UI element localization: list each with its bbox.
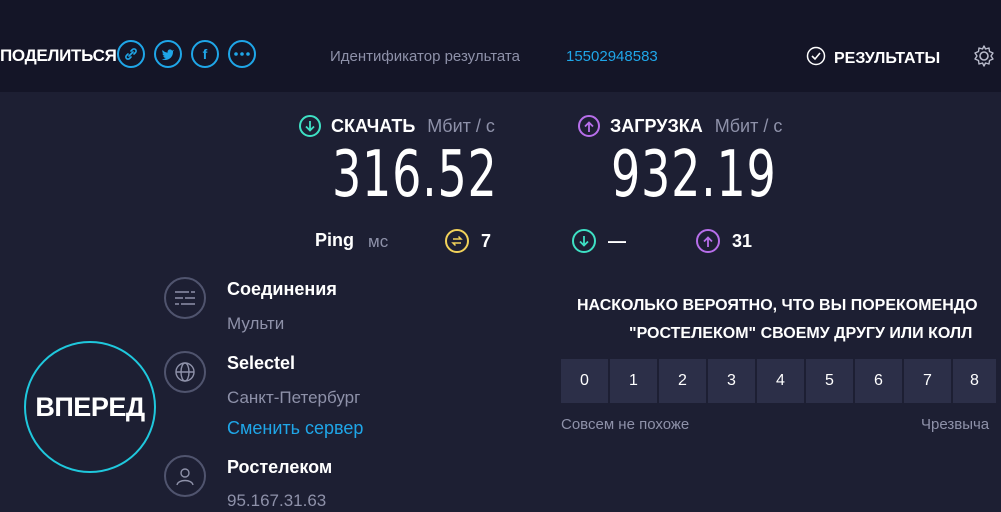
download-speed-value: 316.52 <box>332 138 498 212</box>
ping-upload-icon <box>696 229 720 253</box>
results-button[interactable]: РЕЗУЛЬТАТЫ <box>806 46 940 71</box>
check-circle-icon <box>806 46 826 71</box>
ping-download-icon <box>572 229 596 253</box>
ping-download: — <box>572 229 626 253</box>
rating-option-5[interactable]: 5 <box>806 359 853 403</box>
facebook-icon[interactable]: f <box>191 40 219 68</box>
result-id-link[interactable]: 15502948583 <box>566 48 658 65</box>
ping-download-value: — <box>608 230 626 251</box>
connections-icon <box>164 277 206 319</box>
gear-icon[interactable] <box>972 44 996 68</box>
rating-option-1[interactable]: 1 <box>610 359 657 403</box>
upload-arrow-icon <box>578 115 600 137</box>
download-header: СКАЧАТЬ Мбит / с <box>299 115 495 137</box>
rating-option-7[interactable]: 7 <box>904 359 951 403</box>
ping-idle-icon <box>445 229 469 253</box>
link-icon[interactable] <box>117 40 145 68</box>
download-arrow-icon <box>299 115 321 137</box>
survey-question: НАСКОЛЬКО ВЕРОЯТНО, ЧТО ВЫ ПОРЕКОМЕНДО "… <box>577 292 1001 348</box>
provider-name: Ростелеком <box>227 457 333 477</box>
download-unit: Мбит / с <box>427 115 495 136</box>
survey-question-line1: НАСКОЛЬКО ВЕРОЯТНО, ЧТО ВЫ ПОРЕКОМЕНДО <box>577 297 978 314</box>
rating-option-3[interactable]: 3 <box>708 359 755 403</box>
upload-label: ЗАГРУЗКА <box>610 115 703 136</box>
rating-option-8[interactable]: 8 <box>953 359 996 403</box>
ping-idle-value: 7 <box>481 230 492 251</box>
upload-header: ЗАГРУЗКА Мбит / с <box>578 115 782 137</box>
ping-upload-value: 31 <box>732 230 753 251</box>
rating-option-2[interactable]: 2 <box>659 359 706 403</box>
server-location: Санкт-Петербург <box>227 388 361 407</box>
ping-upload: 31 <box>696 229 752 253</box>
upload-unit: Мбит / с <box>714 115 783 136</box>
go-button[interactable]: ВПЕРЕД <box>24 341 156 473</box>
more-icon[interactable] <box>228 40 256 68</box>
ping-idle: 7 <box>445 229 491 253</box>
globe-icon <box>164 351 206 393</box>
upload-speed-value: 932.19 <box>611 138 777 212</box>
connections-title: Соединения <box>227 279 337 299</box>
server-name: Selectel <box>227 353 296 373</box>
survey-question-line2: "РОСТЕЛЕКОМ" СВОЕМУ ДРУГУ ИЛИ КОЛЛ <box>629 325 973 342</box>
rating-low-label: Совсем не похоже <box>561 416 690 433</box>
result-id-label: Идентификатор результата <box>330 48 520 65</box>
rating-option-0[interactable]: 0 <box>561 359 608 403</box>
connections-value: Мульти <box>227 314 285 333</box>
rating-high-label: Чрезвыча <box>921 416 990 433</box>
download-label: СКАЧАТЬ <box>331 115 416 136</box>
ping-unit: мс <box>368 232 389 251</box>
rating-option-4[interactable]: 4 <box>757 359 804 403</box>
ping-label: Ping <box>315 230 354 250</box>
rating-option-6[interactable]: 6 <box>855 359 902 403</box>
change-server-link[interactable]: Сменить сервер <box>227 418 363 439</box>
share-label: ПОДЕЛИТЬСЯ <box>0 46 117 65</box>
provider-ip: 95.167.31.63 <box>227 491 327 510</box>
user-icon <box>164 455 206 497</box>
results-label: РЕЗУЛЬТАТЫ <box>834 49 941 67</box>
rating-scale: 0 1 2 3 4 5 6 7 8 <box>561 359 996 403</box>
twitter-icon[interactable] <box>154 40 182 68</box>
